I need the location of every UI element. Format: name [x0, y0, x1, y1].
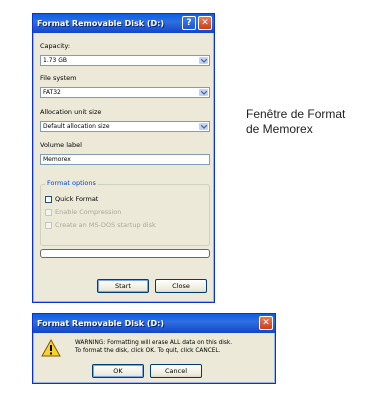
capacity-select[interactable]: 1.73 GB	[40, 55, 210, 66]
allocation-select[interactable]: Default allocation size	[40, 121, 210, 132]
allocation-label: Allocation unit size	[40, 108, 102, 116]
format-window-titlebar[interactable]: Format Removable Disk (D:) ? ✕	[33, 14, 214, 33]
allocation-value: Default allocation size	[43, 123, 110, 130]
volume-label-label: Volume label	[40, 141, 82, 149]
format-window-title: Format Removable Disk (D:)	[37, 19, 165, 28]
capacity-value: 1.73 GB	[43, 57, 68, 64]
close-button[interactable]: Close	[155, 279, 207, 293]
checkbox-box	[45, 221, 52, 229]
format-options-legend: Format options	[45, 179, 98, 187]
help-button[interactable]: ?	[182, 16, 196, 30]
enable-compression-checkbox: Enable Compression	[45, 208, 121, 216]
volume-label-input[interactable]: Memorex	[40, 154, 210, 165]
warning-icon	[41, 338, 61, 361]
ok-button[interactable]: OK	[92, 364, 144, 378]
enable-compression-label: Enable Compression	[55, 208, 122, 216]
capacity-label: Capacity:	[40, 42, 71, 50]
cancel-button[interactable]: Cancel	[150, 364, 202, 378]
format-window: Format Removable Disk (D:) ? ✕ Capacity:…	[32, 13, 215, 303]
warning-dialog: Format Removable Disk (D:) ✕ WARNING: Fo…	[32, 313, 276, 384]
warning-dialog-titlebar[interactable]: Format Removable Disk (D:) ✕	[33, 314, 275, 333]
file-system-select[interactable]: FAT32	[40, 87, 210, 98]
caption: Fenêtre de Format de Memorex	[246, 107, 345, 137]
file-system-label: File system	[40, 74, 77, 82]
quick-format-label: Quick Format	[55, 195, 99, 203]
warning-message-line-1: WARNING: Formatting will erase ALL data …	[75, 340, 233, 346]
chevron-down-icon[interactable]	[199, 123, 208, 130]
start-button[interactable]: Start	[97, 279, 149, 293]
file-system-value: FAT32	[43, 89, 61, 96]
warning-message-line-2: To format the disk, click OK. To quit, c…	[75, 348, 221, 354]
close-dialog-button[interactable]: ✕	[259, 316, 273, 330]
volume-label-value: Memorex	[43, 156, 71, 163]
caption-line-2: de Memorex	[246, 122, 313, 136]
chevron-down-icon[interactable]	[199, 89, 208, 96]
checkbox-box	[45, 208, 52, 216]
close-window-button[interactable]: ✕	[198, 16, 212, 30]
caption-line-1: Fenêtre de Format	[246, 107, 346, 121]
msdos-startup-checkbox: Create an MS-DOS startup disk	[45, 221, 156, 229]
warning-dialog-title: Format Removable Disk (D:)	[37, 319, 165, 328]
checkbox-box[interactable]	[45, 195, 52, 203]
msdos-startup-label: Create an MS-DOS startup disk	[55, 221, 156, 229]
quick-format-checkbox[interactable]: Quick Format	[45, 195, 98, 203]
chevron-down-icon[interactable]	[199, 57, 208, 64]
format-progress-bar	[40, 249, 210, 258]
